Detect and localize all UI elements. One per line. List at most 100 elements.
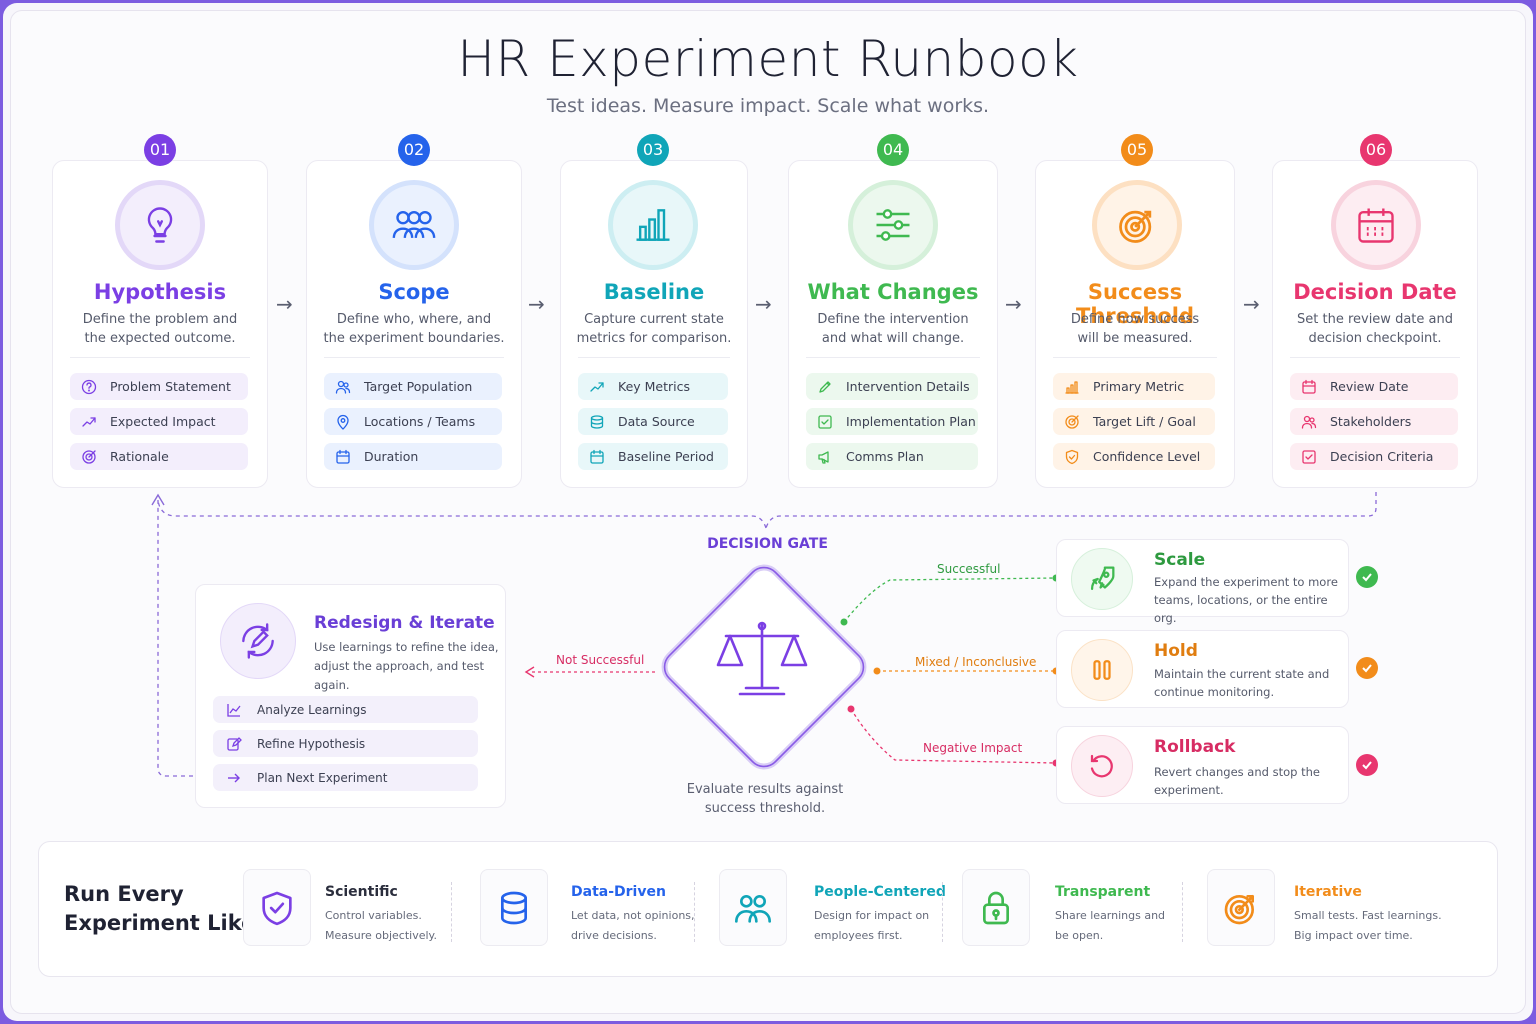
- lightbulb-icon: [115, 180, 205, 270]
- outcome-desc: Expand the experiment to more teams, loca…: [1154, 575, 1338, 625]
- users-group-icon: [369, 180, 459, 270]
- sliders-icon: [848, 180, 938, 270]
- principle-title: Iterative: [1294, 884, 1362, 900]
- edge-label-successful: Successful: [937, 562, 1001, 576]
- step-item[interactable]: Locations / Teams: [324, 408, 502, 435]
- outcome-title: Hold: [1154, 641, 1198, 661]
- outcome-hold[interactable]: Hold Maintain the current state and conti…: [1056, 630, 1349, 708]
- step-item[interactable]: Decision Criteria: [1290, 443, 1458, 470]
- step-description: Define the problem and the expected outco…: [82, 312, 238, 346]
- pencil-icon: [816, 378, 834, 396]
- edge-label-not-successful: Not Successful: [556, 653, 645, 667]
- step-item[interactable]: Implementation Plan: [806, 408, 978, 435]
- outcome-desc: Maintain the current state and continue m…: [1154, 667, 1330, 699]
- redesign-item[interactable]: Analyze Learnings: [213, 696, 478, 723]
- step-item[interactable]: Review Date: [1290, 373, 1458, 400]
- step-number-badge: 01: [144, 134, 176, 166]
- arrow-right-icon: →: [528, 292, 545, 316]
- megaphone-icon: [816, 448, 834, 466]
- decision-gate-label: DECISION GATE: [707, 536, 828, 552]
- step-item[interactable]: Primary Metric: [1053, 373, 1215, 400]
- outcome-title: Scale: [1154, 550, 1206, 570]
- step-title: Baseline: [603, 280, 705, 304]
- step-item[interactable]: Confidence Level: [1053, 443, 1215, 470]
- step-item[interactable]: Intervention Details: [806, 373, 978, 400]
- divider: [806, 357, 980, 358]
- step-description: Define the intervention and what will cha…: [817, 312, 969, 346]
- principle-title: People-Centered: [814, 884, 946, 900]
- target-icon: [1207, 869, 1275, 946]
- edge-label-mixed: Mixed / Inconclusive: [915, 655, 1037, 669]
- users-icon: [334, 378, 352, 396]
- redesign-desc: Use learnings to refine the idea, adjust …: [314, 640, 499, 692]
- redesign-item[interactable]: Plan Next Experiment: [213, 764, 478, 791]
- calendar-icon: [588, 448, 606, 466]
- step-description: Define who, where, and the experiment bou…: [323, 312, 505, 346]
- principle-desc: Share learnings and be open.: [1055, 909, 1166, 942]
- trend-up-icon: [588, 378, 606, 396]
- calendar-icon: [1300, 378, 1318, 396]
- step-description: Define how success will be measured.: [1070, 312, 1200, 346]
- edit-icon: [225, 735, 243, 753]
- divider: [451, 882, 452, 942]
- shield-check-icon: [1063, 448, 1081, 466]
- lock-icon: [962, 869, 1030, 946]
- principle-title: Transparent: [1055, 884, 1151, 900]
- bar-chart-icon: [608, 180, 698, 270]
- step-item[interactable]: Key Metrics: [578, 373, 728, 400]
- database-icon: [588, 413, 606, 431]
- step-item[interactable]: Expected Impact: [70, 408, 248, 435]
- outcome-scale[interactable]: Scale Expand the experiment to more teams…: [1056, 539, 1349, 625]
- users-icon: [719, 869, 787, 946]
- help-circle-icon: [80, 378, 98, 396]
- edge-label-negative: Negative Impact: [923, 741, 1023, 755]
- chart-line-icon: [225, 701, 243, 719]
- redesign-item[interactable]: Refine Hypothesis: [213, 730, 478, 757]
- checkbox-icon: [816, 413, 834, 431]
- decision-gate-caption: Evaluate results against success thresho…: [686, 782, 844, 816]
- step-item[interactable]: Data Source: [578, 408, 728, 435]
- step-title: What Changes: [807, 280, 979, 304]
- step-item[interactable]: Target Population: [324, 373, 502, 400]
- divider: [324, 357, 504, 358]
- database-icon: [480, 869, 548, 946]
- shield-check-icon: [243, 869, 311, 946]
- step-item[interactable]: Target Lift / Goal: [1053, 408, 1215, 435]
- step-number-badge: 03: [637, 134, 669, 166]
- step-number-badge: 05: [1121, 134, 1153, 166]
- principle-desc: Small tests. Fast learnings. Big impact o…: [1294, 909, 1442, 942]
- arrow-right-icon: →: [1243, 292, 1260, 316]
- redesign-card[interactable]: Redesign & Iterate Use learnings to refi…: [195, 584, 506, 808]
- step-item[interactable]: Rationale: [70, 443, 248, 470]
- step-item[interactable]: Baseline Period: [578, 443, 728, 470]
- principle-title: Data-Driven: [571, 884, 666, 900]
- arrow-right-icon: [225, 769, 243, 787]
- step-number-badge: 02: [398, 134, 430, 166]
- divider: [942, 882, 943, 942]
- principle-desc: Design for impact on employees first.: [814, 909, 930, 942]
- principle-title: Scientific: [325, 884, 398, 900]
- step-number-badge: 04: [877, 134, 909, 166]
- step-title: Scope: [378, 280, 450, 304]
- outcome-rollback[interactable]: Rollback Revert changes and stop the expe…: [1056, 726, 1349, 804]
- users-icon: [1300, 413, 1318, 431]
- arrow-right-icon: →: [1005, 292, 1022, 316]
- pause-icon: [1071, 639, 1133, 701]
- refresh-edit-icon: [220, 603, 296, 679]
- principle-desc: Let data, not opinions, drive decisions.: [571, 909, 695, 942]
- outcome-title: Rollback: [1154, 737, 1236, 757]
- arrow-right-icon: →: [755, 292, 772, 316]
- check-icon: [1356, 657, 1378, 679]
- divider: [70, 357, 250, 358]
- calendar-icon: [1331, 180, 1421, 270]
- rocket-icon: [1071, 548, 1133, 610]
- step-item[interactable]: Duration: [324, 443, 502, 470]
- bar-chart-icon: [1063, 378, 1081, 396]
- divider: [1053, 357, 1217, 358]
- step-item[interactable]: Stakeholders: [1290, 408, 1458, 435]
- target-icon: [80, 448, 98, 466]
- step-description: Capture current state metrics for compari…: [576, 312, 732, 346]
- step-item[interactable]: Comms Plan: [806, 443, 978, 470]
- check-icon: [1356, 566, 1378, 588]
- step-item[interactable]: Problem Statement: [70, 373, 248, 400]
